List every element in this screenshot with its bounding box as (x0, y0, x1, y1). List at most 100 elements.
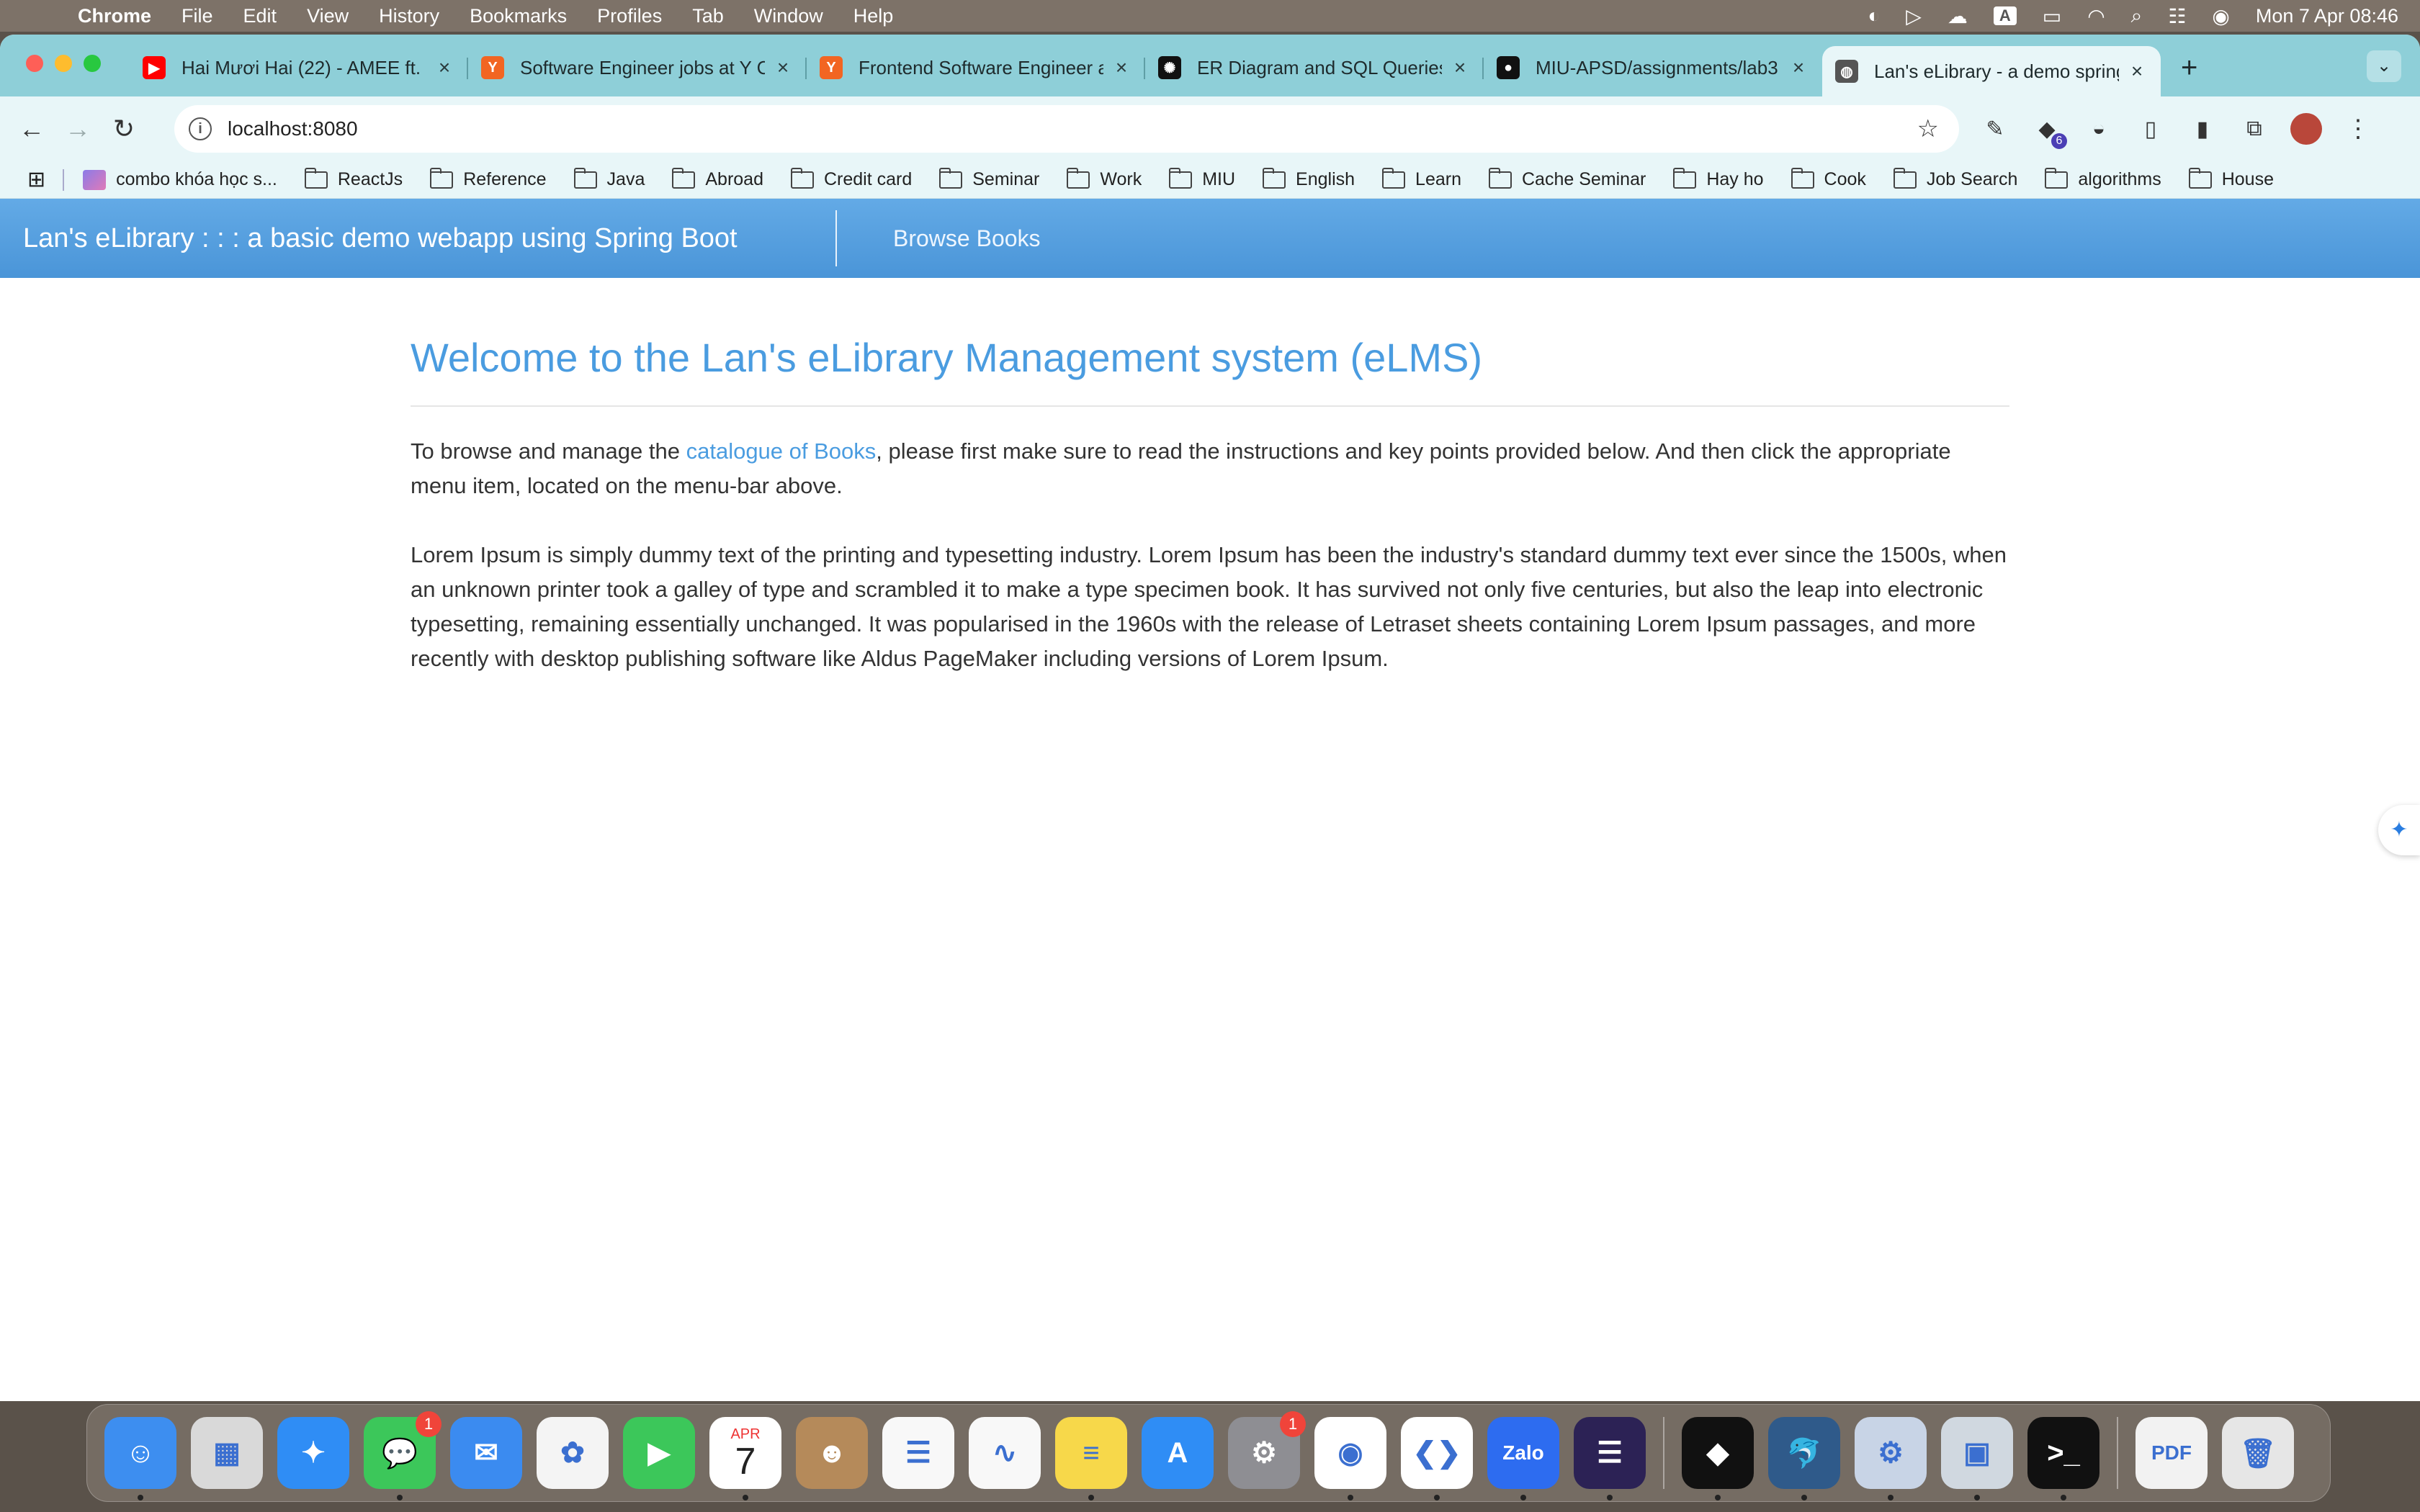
bookmark-item[interactable]: algorithms (2045, 167, 2161, 190)
bookmark-item[interactable]: Seminar (939, 167, 1039, 190)
bookmark-item[interactable]: ReactJs (304, 167, 403, 190)
bookmark-item[interactable]: Java (573, 167, 645, 190)
forward-button[interactable]: → (55, 114, 101, 144)
chrome-menu-icon[interactable]: ⋮ (2342, 113, 2374, 145)
browser-tab[interactable]: Y Frontend Software Engineer at × (807, 46, 1145, 89)
close-tab-icon[interactable]: × (434, 56, 455, 79)
menu-profiles[interactable]: Profiles (597, 5, 662, 27)
menu-app-name[interactable]: Chrome (78, 5, 151, 27)
minimize-window-button[interactable] (55, 55, 72, 72)
chrome-icon[interactable]: ◉ (1314, 1417, 1386, 1500)
calendar-icon[interactable]: APR 7 (709, 1417, 781, 1500)
freeform-icon[interactable]: ∿ (969, 1417, 1041, 1489)
status-app-icon[interactable]: ◐ (1868, 4, 1880, 27)
play-icon[interactable]: ▷ (1906, 4, 1922, 28)
bookmark-item[interactable]: Abroad (672, 167, 763, 190)
extension-with-badge-icon[interactable]: ◆ 6 (2031, 113, 2067, 149)
input-source-icon[interactable]: A (1993, 6, 2017, 25)
menu-clock[interactable]: Mon 7 Apr 08:46 (2256, 5, 2398, 27)
menu-view[interactable]: View (307, 5, 349, 27)
document-extension-icon[interactable]: ▯ (2135, 113, 2166, 145)
bookmark-item[interactable]: Reference (430, 167, 547, 190)
profile-avatar[interactable] (2290, 113, 2322, 145)
bookmark-item[interactable]: Credit card (790, 167, 912, 190)
finder-icon[interactable]: ☺ (104, 1417, 176, 1500)
mysql-workbench-icon[interactable]: 🐬 (1768, 1417, 1840, 1500)
floating-assistant-icon[interactable]: ✦ (2378, 805, 2420, 855)
messages-icon[interactable]: 💬 1 (364, 1411, 442, 1500)
facetime-icon[interactable]: ▶ (623, 1417, 695, 1489)
cloud-icon[interactable]: ☁ (1948, 4, 1968, 28)
address-bar-url[interactable]: localhost:8080 (228, 117, 358, 140)
fullscreen-window-button[interactable] (84, 55, 101, 72)
zalo-icon[interactable]: Zalo (1487, 1417, 1559, 1500)
launchpad-icon[interactable]: ▦ (191, 1417, 263, 1489)
bookmark-item[interactable]: House (2188, 167, 2274, 190)
extensions-puzzle-icon[interactable]: ⧉ (2238, 113, 2270, 145)
tab-search-button[interactable]: ⌄ (2367, 50, 2401, 82)
bookmark-item[interactable]: MIU (1169, 167, 1235, 190)
bookmark-item[interactable]: Learn (1382, 167, 1461, 190)
apps-grid-icon[interactable]: ⊞ (27, 167, 45, 192)
siri-icon[interactable]: ◉ (2212, 4, 2229, 28)
close-tab-icon[interactable]: × (2126, 60, 2148, 83)
close-tab-icon[interactable]: × (1788, 56, 1809, 79)
app-brand[interactable]: Lan's eLibrary : : : a basic demo webapp… (23, 210, 837, 266)
menu-bookmarks[interactable]: Bookmarks (470, 5, 567, 27)
menu-edit[interactable]: Edit (243, 5, 277, 27)
close-tab-icon[interactable]: × (1111, 56, 1132, 79)
address-bar[interactable]: i localhost:8080 ☆ (174, 105, 1959, 153)
preview-icon[interactable]: ▣ (1941, 1417, 2013, 1500)
bookmark-item[interactable]: combo khóa học s... (83, 169, 277, 190)
mail-icon[interactable]: ✉ (450, 1417, 522, 1489)
browser-tab[interactable]: ▶ Hai Mươi Hai (22) - AMEE ft. H × (130, 46, 468, 89)
menu-help[interactable]: Help (853, 5, 894, 27)
menu-tab[interactable]: Tab (692, 5, 724, 27)
eclipse-icon[interactable]: ☰ (1574, 1417, 1646, 1500)
spotlight-search-icon[interactable]: ⌕ (2131, 4, 2143, 28)
browser-tab[interactable]: ◍ Lan's eLibrary - a demo spring × (1822, 46, 2161, 96)
battery-icon[interactable]: ▭ (2043, 4, 2061, 28)
utility-icon[interactable]: ⚙ (1855, 1417, 1927, 1500)
eyedropper-extension-icon[interactable]: ✎ (1979, 113, 2011, 145)
site-info-icon[interactable]: i (189, 117, 212, 140)
bookmark-item[interactable]: Cache Seminar (1489, 167, 1646, 190)
bookmark-item[interactable]: English (1263, 167, 1355, 190)
reload-button[interactable]: ↻ (101, 114, 147, 144)
back-button[interactable]: ← (9, 114, 55, 144)
bookmark-label: Work (1100, 169, 1142, 189)
wifi-icon[interactable]: ◠ (2087, 4, 2105, 28)
control-center-icon[interactable]: ☷ (2168, 4, 2186, 28)
menu-history[interactable]: History (379, 5, 439, 27)
close-tab-icon[interactable]: × (772, 56, 794, 79)
browse-books-link[interactable]: Browse Books (893, 225, 1041, 252)
catalogue-of-books-link[interactable]: catalogue of Books (686, 438, 877, 464)
bookmark-item[interactable]: Cook (1791, 167, 1866, 190)
browser-tab[interactable]: Y Software Engineer jobs at Y Co × (468, 46, 807, 89)
incognito-extension-icon[interactable]: ◒ (2083, 113, 2115, 145)
bookmark-star-icon[interactable]: ☆ (1917, 114, 1939, 143)
bookmark-item[interactable]: Job Search (1893, 167, 2017, 190)
trash-icon[interactable]: 🗑 (2222, 1417, 2294, 1489)
vscode-icon[interactable]: ❮❯ (1401, 1417, 1473, 1500)
cursor-icon[interactable]: ◆ (1682, 1417, 1754, 1500)
menu-window[interactable]: Window (754, 5, 823, 27)
bookmark-item[interactable]: Hay ho (1673, 167, 1764, 190)
menu-file[interactable]: File (182, 5, 213, 27)
system-settings-icon[interactable]: ⚙ 1 (1228, 1411, 1306, 1489)
app-store-icon[interactable]: A (1142, 1417, 1214, 1489)
terminal-icon[interactable]: >_ (2027, 1417, 2099, 1500)
browser-tab[interactable]: ● MIU-APSD/assignments/lab3 × (1484, 46, 1822, 89)
contacts-icon[interactable]: ☻ (796, 1417, 868, 1489)
new-tab-button[interactable]: + (2181, 46, 2197, 96)
photos-icon[interactable]: ✿ (537, 1417, 609, 1489)
bookmark-item[interactable]: Work (1067, 167, 1142, 190)
browser-tab[interactable]: ✺ ER Diagram and SQL Queries × (1145, 46, 1484, 89)
reminders-icon[interactable]: ☰ (882, 1417, 954, 1489)
close-tab-icon[interactable]: × (1449, 56, 1471, 79)
safari-icon[interactable]: ✦ (277, 1417, 349, 1489)
dropper-extension-icon[interactable]: ▮ (2187, 113, 2218, 145)
close-window-button[interactable] (26, 55, 43, 72)
notes-icon[interactable]: ≡ (1055, 1417, 1127, 1500)
pdf-document-icon[interactable]: PDF (2136, 1417, 2208, 1489)
